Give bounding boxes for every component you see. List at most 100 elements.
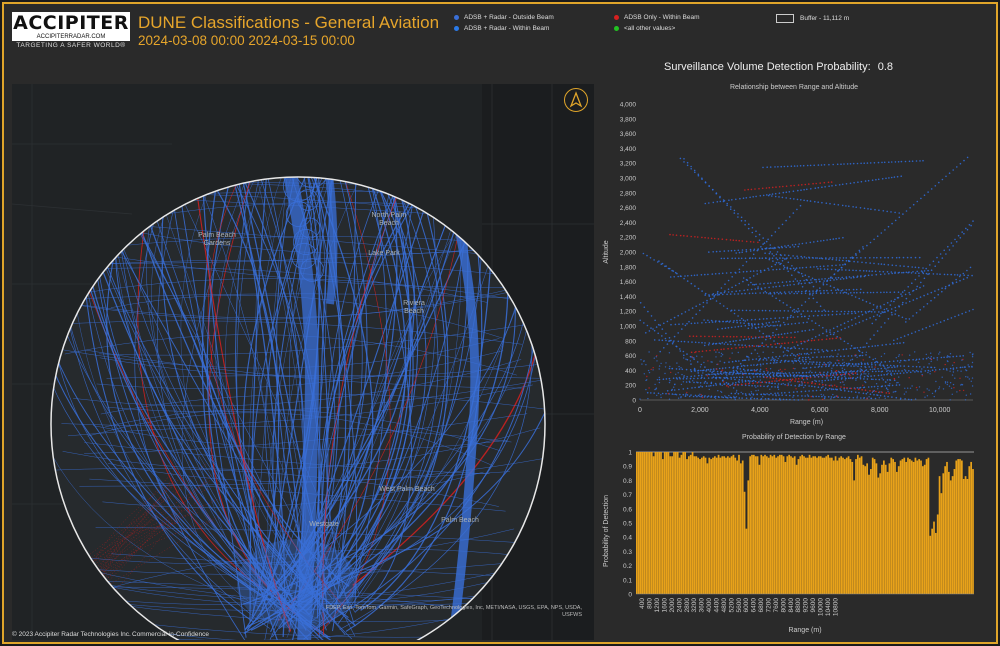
confidentiality: Commercial-in-Confidence [132,631,209,638]
bar [675,452,677,594]
bar [868,474,870,594]
legend-dot [614,26,619,31]
bar [840,456,842,594]
bar [702,456,705,594]
bar [753,454,755,594]
place-riviera-beach: Riviera Beach [403,300,425,315]
map-view[interactable]: Palm Beach Gardens North Palm Beach Lake… [12,84,594,640]
bar [901,459,904,594]
bar [706,463,709,594]
x-tick-label: 10,000 [929,407,951,414]
bar [858,457,861,594]
bar [686,459,688,594]
bar [805,457,807,594]
bar [788,454,790,594]
bar [786,456,789,594]
scatter-title: Relationship between Range and Altitude [729,84,859,91]
accipiter-logo: ACCIPITER ACCIPITERRADAR.COM TARGETING A… [12,12,130,49]
y-tick-label: 0.9 [623,464,632,471]
x-tick-label: 9200 [803,598,810,613]
bar [732,454,735,594]
bar [949,480,952,594]
x-tick-label: 4000 [706,598,713,613]
bar [819,456,822,594]
bar [953,469,956,594]
bar [951,476,954,594]
x-tick-label: 7200 [766,598,773,613]
map-attribution: FDEP, Esri, TomTom, Garmin, SafeGraph, G… [325,605,582,618]
bar [738,454,740,594]
bar [877,477,880,594]
bar [665,452,668,594]
bar [816,457,818,594]
bar [745,528,748,594]
bar [662,459,664,594]
bar [962,478,965,594]
bar [886,471,889,594]
bar [771,456,774,594]
bar [929,535,932,594]
bar [938,476,941,594]
bar [714,456,716,594]
place-palm-beach: Palm Beach [441,517,479,524]
bar [844,459,846,594]
x-tick-label: 9600 [810,598,817,613]
bar [740,463,742,594]
bar [959,459,961,594]
x-tick-label: 8,000 [871,407,889,414]
bar [782,456,785,594]
north-arrow-button[interactable] [564,88,588,112]
bar [749,456,751,594]
y-tick-label: 1,000 [620,324,637,331]
bar [647,452,649,594]
bar [866,463,868,594]
legend-dot [454,15,459,20]
y-tick-label: 2,600 [620,205,637,212]
bar [741,460,744,594]
bar [650,452,653,594]
x-tick-label: 2000 [669,598,676,613]
legend-label: <all other values> [624,25,676,32]
legend-dot [614,15,619,20]
y-tick-label: 1,200 [620,309,637,316]
x-tick-label: 6000 [743,598,750,613]
surveillance-label: Surveillance Volume Detection Probabilit… [664,61,871,73]
bar [799,456,802,594]
x-tick-label: 8400 [788,598,795,613]
bar [766,456,768,594]
bar [810,457,813,594]
bar [663,452,666,594]
y-tick-label: 800 [625,338,636,345]
y-tick-label: 4,000 [620,102,637,109]
bar [905,461,907,594]
bar [691,452,694,594]
bar [912,461,915,594]
bar [639,452,642,594]
bar [684,452,686,594]
bar [897,466,900,594]
bar [920,460,922,594]
bar [777,456,779,594]
bar [801,454,803,594]
bar [797,459,800,594]
bar [697,457,699,594]
surveillance-value: 0.8 [877,61,894,73]
x-tick-label: 8000 [780,598,787,613]
x-tick-label: 5600 [736,598,743,613]
bar [857,454,859,594]
bar [751,454,753,594]
dashboard-frame: ACCIPITER ACCIPITERRADAR.COM TARGETING A… [2,2,998,644]
bar [723,456,725,594]
bar [972,469,974,594]
bar [710,459,712,594]
bar [641,452,644,594]
bar [715,457,718,594]
x-tick-label: 10400 [825,598,832,616]
legend-item-within-beam: ADSB + Radar - Within Beam [454,25,549,32]
bar [834,456,837,594]
bar [931,528,933,594]
y-tick-label: 2,400 [620,220,637,227]
x-tick-label: 2,000 [691,407,709,414]
y-tick-label: 3,000 [620,176,637,183]
bar [793,456,796,594]
